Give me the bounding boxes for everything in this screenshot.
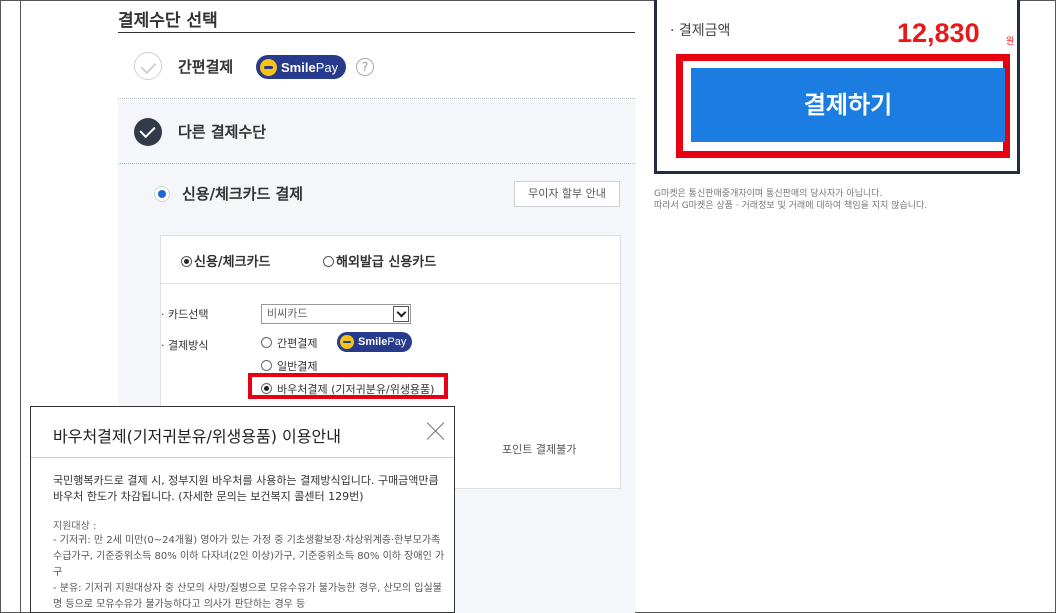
- support-line: - 기저귀: 만 2세 미만(0~24개월) 영아가 있는 가정 중 기초생활보…: [53, 535, 445, 578]
- smile-face-icon: [260, 58, 277, 76]
- card-type-selector: 신용/체크카드 해외발급 신용카드: [161, 236, 620, 284]
- payment-summary-panel: · 결제금액 12,830 원 결제하기: [654, 0, 1020, 174]
- popup-description: 국민행복카드로 결제 시, 정부지원 바우처를 사용하는 결제방식입니다. 구매…: [53, 474, 439, 503]
- chevron-down-icon[interactable]: [393, 306, 409, 322]
- method-option-general[interactable]: 일반결제: [261, 358, 317, 374]
- card-select-label: · 카드선택: [161, 308, 209, 321]
- help-icon[interactable]: ?: [356, 58, 374, 76]
- radio-empty-icon: [261, 337, 272, 348]
- support-line: - 분유: 기저귀 지원대상자 중 산모의 사망/질병으로 모유수유가 불가능한…: [53, 583, 442, 610]
- method-option-easy[interactable]: 간편결제: [261, 335, 317, 351]
- smilepay-logo: Smile Pay: [337, 332, 413, 352]
- card-payment-radio[interactable]: [154, 186, 170, 202]
- smile-face-icon: [340, 335, 354, 349]
- dotted-divider: [118, 163, 635, 164]
- point-note: 포인트 결제불가: [502, 443, 577, 456]
- easy-pay-label: 간편결제: [178, 58, 234, 76]
- amount-value: 12,830: [897, 18, 980, 48]
- support-details: - 기저귀: 만 2세 미만(0~24개월) 영아가 있는 가정 중 기초생활보…: [53, 533, 448, 612]
- amount-label: · 결제금액: [670, 23, 731, 39]
- notice-line: G마켓은 통신판매중개자이며 통신판매의 당사자가 아닙니다.: [654, 189, 883, 199]
- radio-empty-icon: [323, 256, 334, 267]
- smilepay-logo: Smile Pay: [256, 55, 347, 79]
- voucher-highlight-box: [248, 373, 448, 399]
- pay-button[interactable]: 결제하기: [691, 68, 1005, 142]
- payment-method-title: 결제수단 선택: [118, 11, 218, 31]
- other-payment-label: 다른 결제수단: [178, 123, 267, 141]
- support-title: 지원대상 :: [53, 521, 97, 532]
- radio-selected-icon: [181, 256, 192, 267]
- card-payment-title: 신용/체크카드 결제: [182, 185, 304, 203]
- card-select-dropdown[interactable]: 비씨카드: [261, 304, 411, 324]
- legal-notice: G마켓은 통신판매중개자이며 통신판매의 당사자가 아닙니다. 따라서 G마켓은…: [654, 188, 927, 212]
- card-type-domestic[interactable]: 신용/체크카드: [181, 251, 271, 270]
- radio-empty-icon: [261, 360, 272, 371]
- title-divider: [118, 32, 635, 33]
- voucher-info-popup: 바우처결제(기저귀분유/위생용품) 이용안내 국민행복카드로 결제 시, 정부지…: [30, 406, 455, 613]
- popup-title: 바우처결제(기저귀분유/위생용품) 이용안내: [53, 427, 341, 446]
- checked-circle-icon[interactable]: [134, 118, 162, 146]
- card-type-overseas[interactable]: 해외발급 신용카드: [323, 251, 436, 270]
- method-label: · 결제방식: [161, 339, 209, 352]
- left-border: [20, 0, 21, 613]
- popup-divider: [31, 457, 454, 458]
- notice-line: 따라서 G마켓은 상품 · 거래정보 및 거래에 대하여 책임을 지지 않습니다…: [654, 201, 928, 211]
- unchecked-circle-icon[interactable]: [134, 52, 162, 80]
- amount-unit: 원: [1006, 37, 1015, 47]
- installment-info-button[interactable]: 무이자 할부 안내: [514, 181, 620, 207]
- close-icon[interactable]: [426, 421, 446, 441]
- easy-pay-option[interactable]: 간편결제 Smile Pay ?: [118, 34, 635, 98]
